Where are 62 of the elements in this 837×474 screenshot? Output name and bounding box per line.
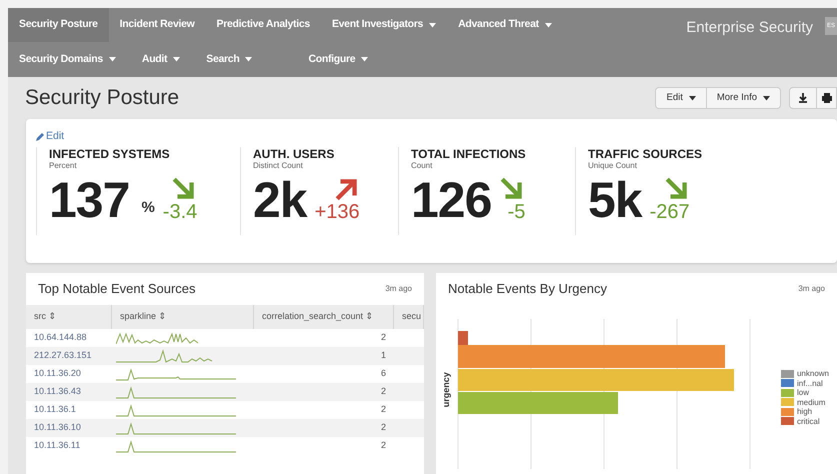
nav-tab[interactable]: Advanced Threat [447, 8, 563, 42]
nav-tab[interactable]: Predictive Analytics [206, 8, 321, 42]
nav-tab[interactable]: Security Domains [8, 42, 127, 77]
nav-tab[interactable]: Configure [297, 42, 380, 77]
page-title: Security Posture [25, 85, 180, 112]
nav-tab[interactable]: Security Posture [8, 8, 109, 42]
panel-title: Top Notable Event Sources [38, 280, 196, 298]
nav-tab[interactable]: Event Investigators [320, 8, 448, 42]
kpi-subtitle: Unique Count [588, 160, 638, 170]
updated-time: 3m ago [798, 283, 825, 295]
nav-tab[interactable]: Incident Review [108, 8, 206, 42]
kpi-title: TRAFFIC SOURCES [588, 146, 703, 161]
table-cell-text: 10.11.36.43 [33, 385, 82, 398]
kpi-delta: -267 [650, 202, 690, 222]
nav-tab[interactable]: Search [195, 42, 264, 77]
kpi-unit: % [141, 198, 155, 218]
table-cell-text: 2 [380, 439, 387, 452]
pencil-icon [36, 132, 44, 141]
download-button[interactable] [789, 87, 817, 109]
legend-label: high [796, 407, 812, 416]
kpi-value: 126 [411, 172, 492, 228]
legend-label: low [796, 388, 809, 398]
dropdown-button[interactable]: More Info [706, 87, 781, 109]
kpi-subtitle: Distinct Count [253, 160, 304, 170]
kpi-subtitle: Percent [49, 160, 78, 170]
nav-tab[interactable]: Audit [130, 42, 192, 77]
table-cell-text: 2 [380, 331, 387, 344]
legend-label: inf...nal [796, 378, 823, 388]
axis-label: urgency [439, 372, 452, 407]
table-cell-text: 1 [380, 349, 387, 362]
kpi-value: 5k [588, 172, 642, 228]
download-icon [798, 93, 808, 103]
updated-time: 3m ago [385, 283, 412, 295]
table-cell-text: 6 [380, 367, 387, 380]
dropdown-button[interactable]: Edit [655, 87, 707, 109]
legend-label: unknown [796, 369, 829, 378]
kpi-delta: -5 [508, 202, 526, 222]
table-cell-text: 2 [380, 421, 387, 434]
kpi-title: INFECTED SYSTEMS [49, 146, 171, 161]
kpi-subtitle: Count [411, 160, 434, 170]
legend-label: critical [796, 416, 820, 426]
kpi-delta: +136 [314, 202, 360, 222]
kpi-value: 137 [49, 172, 130, 228]
table-cell-text: 10.11.36.1 [33, 403, 77, 416]
print-button[interactable] [817, 87, 837, 109]
kpi-title: TOTAL INFECTIONS [411, 146, 527, 161]
panel-title: Notable Events By Urgency [448, 280, 607, 298]
app-title: Enterprise Security [686, 18, 813, 38]
table-cell-text: 2 [380, 403, 387, 416]
table-cell-text: 10.11.36.10 [33, 421, 82, 434]
edit-link[interactable]: Edit [36, 129, 64, 145]
kpi-delta: -3.4 [162, 202, 198, 222]
table-cell-text: 212.27.63.151 [33, 349, 93, 362]
table-cell-text: 10.11.36.11 [33, 439, 82, 452]
kpi-title: AUTH. USERS [253, 146, 336, 161]
caret-icon [688, 96, 696, 100]
table-cell-text: 10.64.144.88 [33, 331, 88, 344]
table-cell-text: 10.11.36.20 [33, 367, 82, 380]
table-cell-text: 2 [380, 385, 387, 398]
caret-icon [763, 96, 770, 100]
kpi-value: 2k [253, 172, 307, 228]
legend-label: medium [796, 398, 826, 407]
